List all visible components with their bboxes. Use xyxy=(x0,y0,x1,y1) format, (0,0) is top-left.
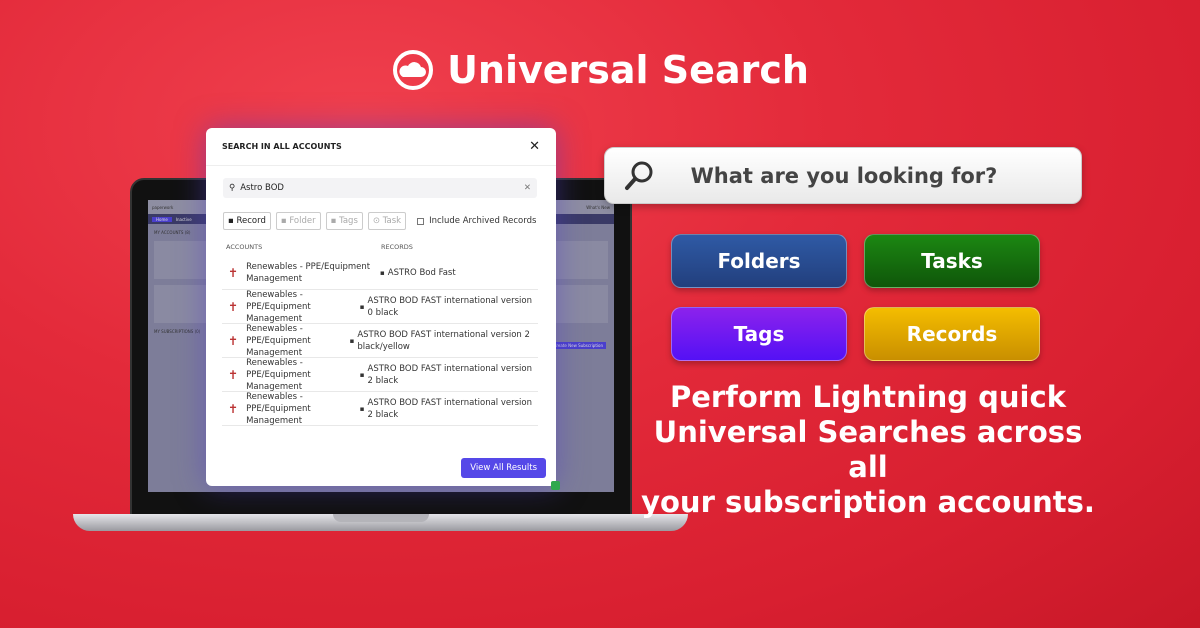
create-subscription-button[interactable]: Create New Subscription xyxy=(550,342,606,349)
archived-label: Include Archived Records xyxy=(429,216,537,226)
record-name: ASTRO BOD FAST international version 2 b… xyxy=(357,329,530,352)
account-icon: ✝ xyxy=(228,333,239,348)
search-modal: SEARCH IN ALL ACCOUNTS ✕ ⚲ Astro BOD ✕ ▪ … xyxy=(206,128,560,490)
tagline: Perform Lightning quick Universal Search… xyxy=(641,380,1095,519)
result-row[interactable]: ✝ Renewables - PPE/Equipment Management ▪ A… xyxy=(222,256,538,290)
category-tags[interactable]: Tags xyxy=(671,307,847,361)
account-icon: ✝ xyxy=(228,401,239,416)
filter-task[interactable]: ⊙ Task xyxy=(367,212,407,230)
account-icon: ✝ xyxy=(228,367,239,382)
hero-title: Universal Search xyxy=(0,48,1200,92)
filter-record[interactable]: ▪ Record xyxy=(223,212,271,230)
filter-tags[interactable]: ▪ Tags xyxy=(325,212,363,230)
result-row[interactable]: ✝ Renewables - PPE/Equipment Management ▪ A… xyxy=(222,290,538,324)
category-tasks[interactable]: Tasks xyxy=(864,234,1040,288)
account-name: Renewables - PPE/Equipment Management xyxy=(246,261,371,284)
result-row[interactable]: ✝ Renewables - PPE/Equipment Management ▪ A… xyxy=(222,392,538,426)
record-icon: ▪ xyxy=(380,268,385,277)
view-all-results-button[interactable]: View All Results xyxy=(461,458,546,478)
modal-title: SEARCH IN ALL ACCOUNTS xyxy=(222,142,342,151)
account-name: Renewables - PPE/Equipment Management xyxy=(246,357,311,392)
category-records[interactable]: Records xyxy=(864,307,1040,361)
record-icon: ▪ xyxy=(359,370,365,379)
chat-icon[interactable] xyxy=(551,481,560,490)
col-accounts: ACCOUNTS xyxy=(226,243,263,251)
search-icon xyxy=(625,161,653,190)
account-name: Renewables - PPE/Equipment Management xyxy=(246,289,311,324)
record-icon: ▪ xyxy=(359,404,365,413)
clear-icon[interactable]: ✕ xyxy=(524,183,531,193)
category-folders[interactable]: Folders xyxy=(671,234,847,288)
account-icon: ✝ xyxy=(228,299,239,314)
col-records: RECORDS xyxy=(381,243,413,251)
cloud-logo-icon xyxy=(393,50,434,90)
record-icon: ▪ xyxy=(359,302,365,311)
account-name: Renewables - PPE/Equipment Management xyxy=(246,323,311,358)
search-prompt-bar[interactable]: What are you looking for? xyxy=(604,147,1082,204)
account-name: Renewables - PPE/Equipment Management xyxy=(246,391,311,426)
search-input[interactable]: ⚲ Astro BOD ✕ xyxy=(223,178,537,198)
record-name: ASTRO Bod Fast xyxy=(387,267,456,278)
laptop-notch xyxy=(333,514,429,522)
result-row[interactable]: ✝ Renewables - PPE/Equipment Management ▪ A… xyxy=(222,324,538,358)
nav-inactive[interactable]: Inactive xyxy=(176,217,192,222)
whats-new-link[interactable]: What's New xyxy=(586,205,610,210)
record-name: ASTRO BOD FAST international version 0 b… xyxy=(367,295,532,318)
app-logo: paperwork xyxy=(152,204,174,210)
filter-folder[interactable]: ▪ Folder xyxy=(275,212,321,230)
result-row[interactable]: ✝ Renewables - PPE/Equipment Management ▪ A… xyxy=(222,358,538,392)
record-name: ASTRO BOD FAST international version 2 b… xyxy=(367,363,532,386)
nav-home[interactable]: Home xyxy=(152,216,172,222)
archived-checkbox[interactable] xyxy=(417,217,425,225)
record-name: ASTRO BOD FAST international version 2 b… xyxy=(367,397,532,420)
search-icon: ⚲ xyxy=(229,183,236,193)
record-icon: ▪ xyxy=(349,336,355,345)
account-icon: ✝ xyxy=(228,265,239,280)
close-icon[interactable]: ✕ xyxy=(529,139,540,154)
